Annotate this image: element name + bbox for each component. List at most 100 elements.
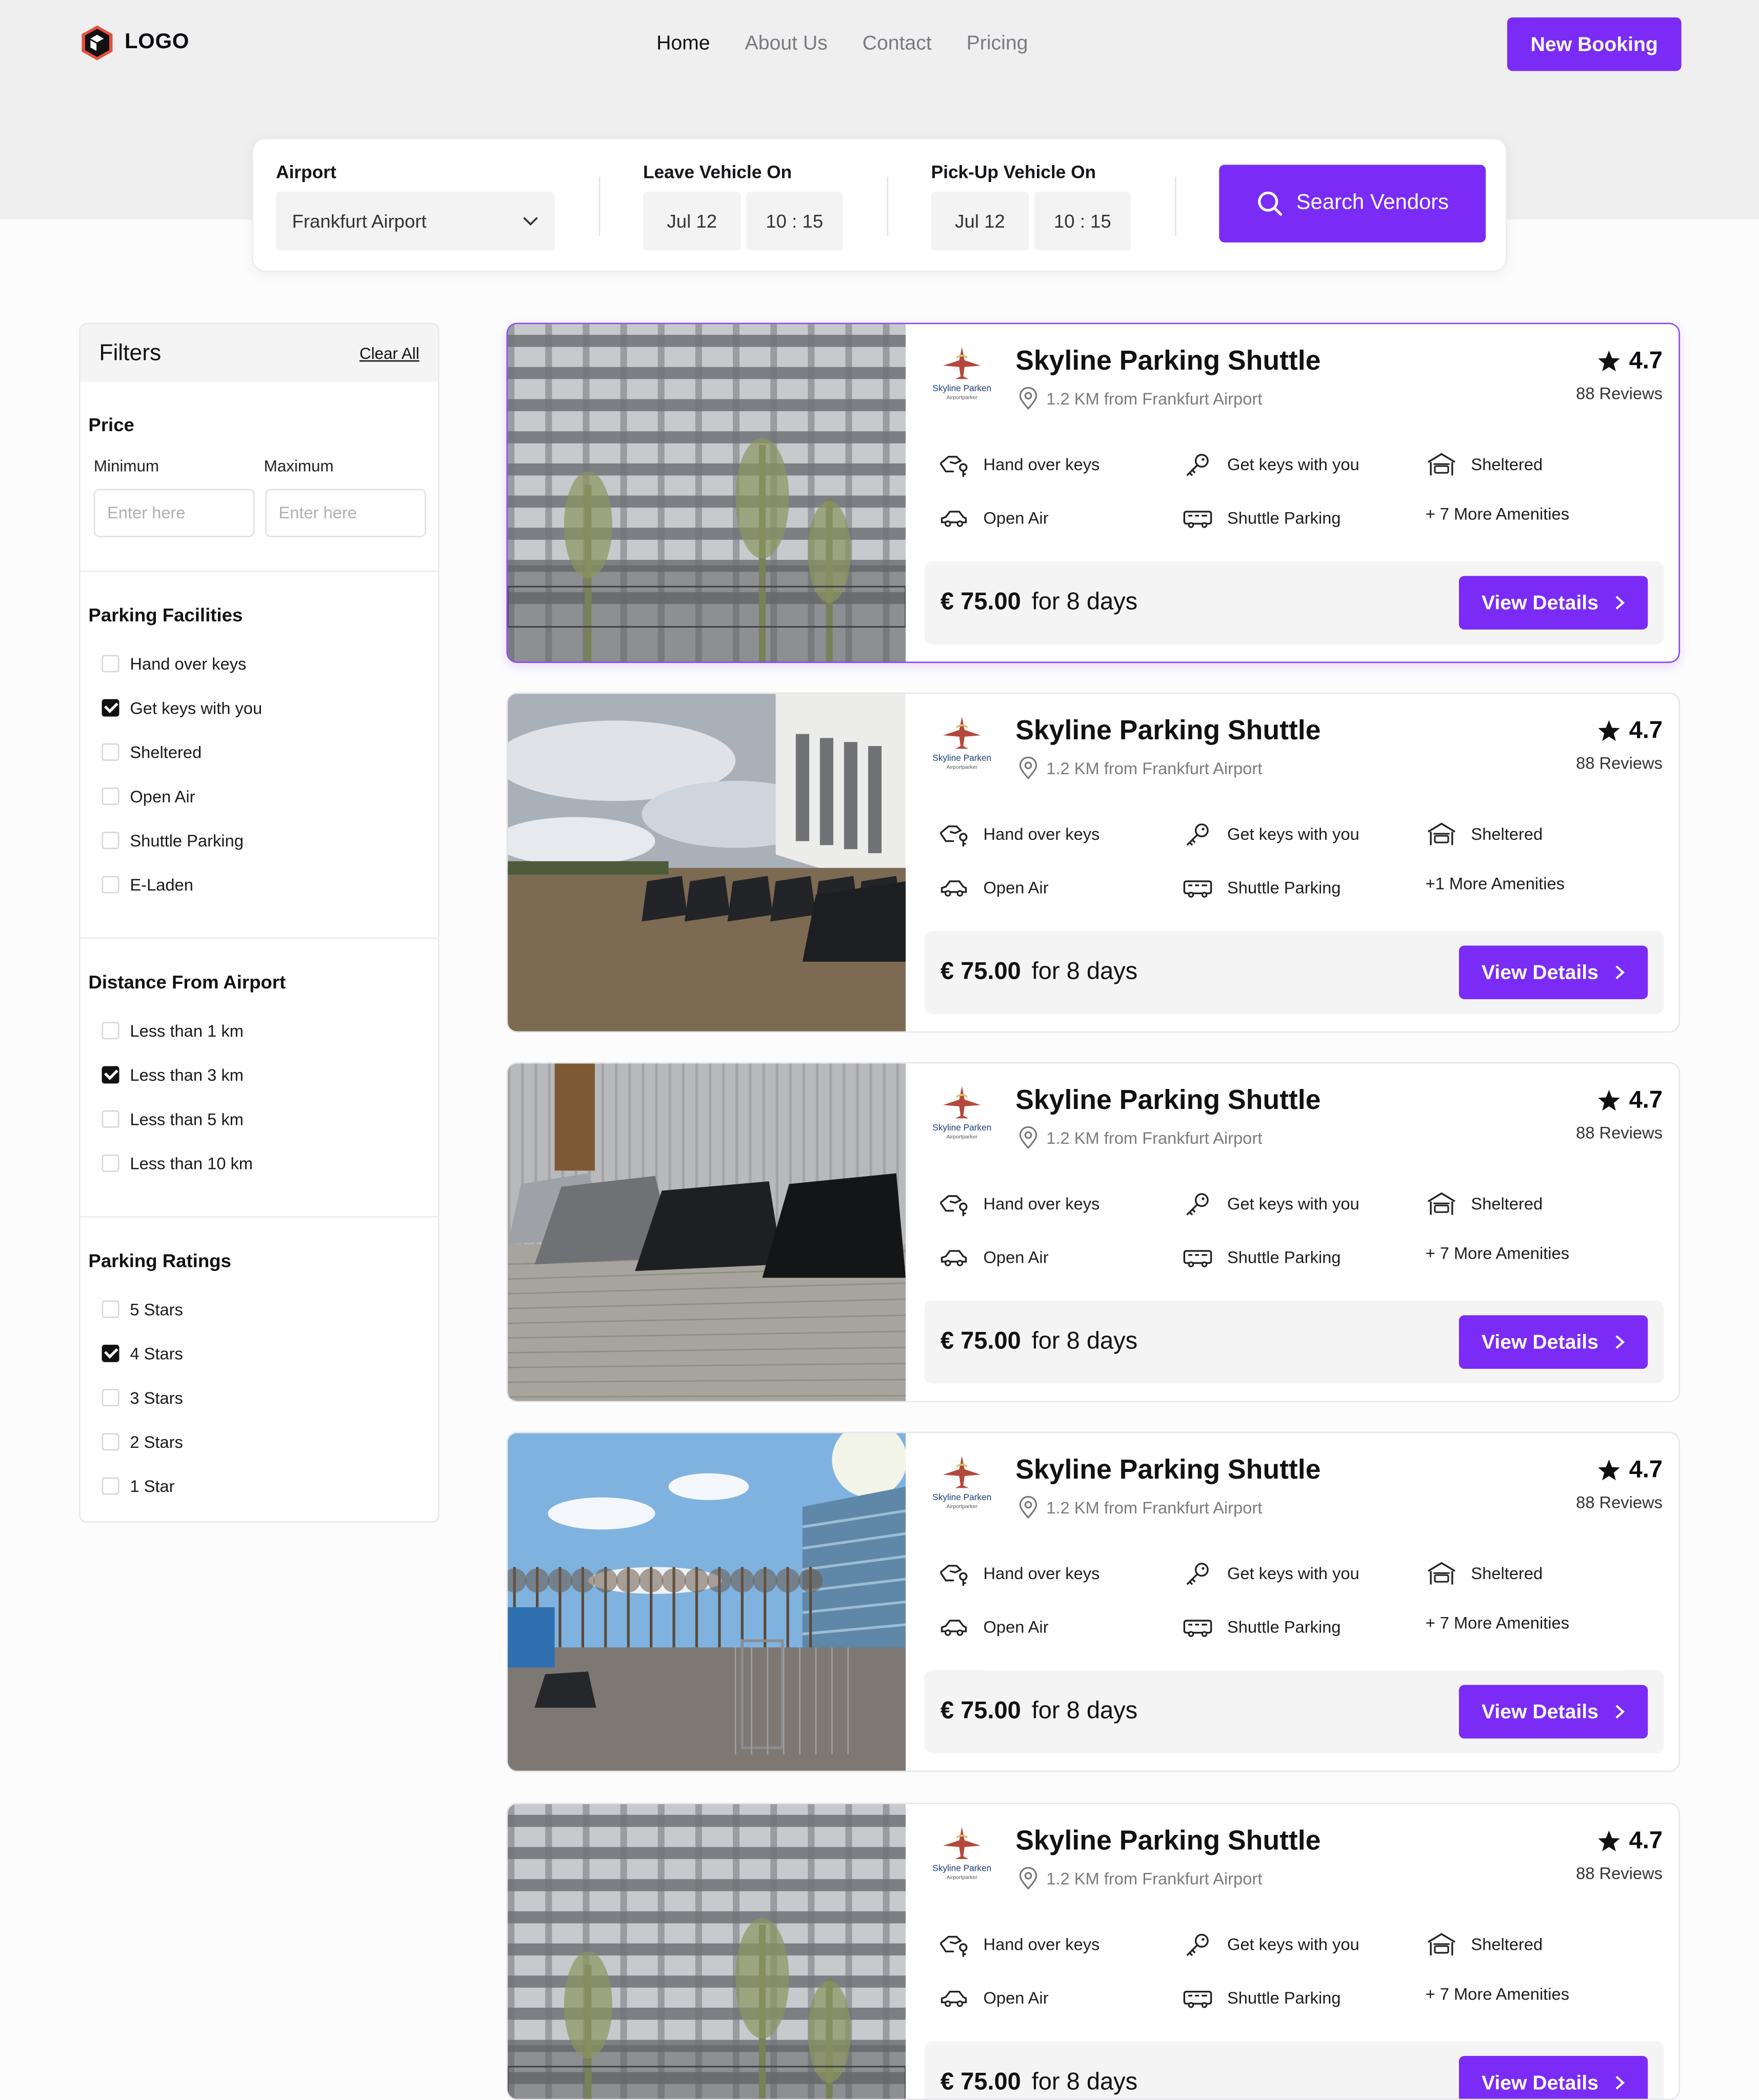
pickup-date-field[interactable]: Jul 12 bbox=[931, 191, 1029, 251]
more-amenities-link[interactable]: +1 More Amenities bbox=[1426, 875, 1565, 894]
amenity-item: Open Air bbox=[938, 1614, 1049, 1641]
listing-location: 1.2 KM from Frankfurt Airport bbox=[1018, 1867, 1262, 1890]
rating-option[interactable]: 1 Star bbox=[102, 1464, 183, 1508]
search-vendors-button[interactable]: Search Vendors bbox=[1219, 165, 1486, 243]
checkbox[interactable] bbox=[102, 1110, 119, 1128]
facility-option[interactable]: Hand over keys bbox=[102, 641, 263, 685]
distance-option[interactable]: Less than 3 km bbox=[102, 1053, 253, 1097]
amenity-label: Sheltered bbox=[1471, 1935, 1543, 1954]
parking-listing-card[interactable]: Skyline Parken Airportparker Skyline Par… bbox=[506, 1803, 1680, 2100]
amenity-item: Shuttle Parking bbox=[1182, 1244, 1341, 1271]
nav-contact[interactable]: Contact bbox=[863, 32, 932, 55]
checkbox[interactable] bbox=[102, 832, 119, 850]
parking-listing-card[interactable]: Skyline Parken Airportparker Skyline Par… bbox=[506, 1431, 1680, 1772]
sheltered-garage-icon bbox=[1427, 822, 1455, 845]
checkbox[interactable] bbox=[102, 743, 119, 761]
rating-option[interactable]: 4 Stars bbox=[102, 1331, 183, 1376]
view-details-button[interactable]: View Details bbox=[1458, 1685, 1648, 1739]
checkbox[interactable] bbox=[102, 1300, 119, 1318]
view-details-label: View Details bbox=[1481, 1700, 1598, 1723]
more-amenities-link[interactable]: + 7 More Amenities bbox=[1426, 1614, 1569, 1633]
hand-over-keys-icon bbox=[940, 456, 968, 477]
leave-vehicle-label: Leave Vehicle On bbox=[643, 162, 792, 183]
amenity-label: Shuttle Parking bbox=[1227, 509, 1341, 528]
amenity-label: Get keys with you bbox=[1227, 1935, 1360, 1954]
more-amenities-label: + 7 More Amenities bbox=[1425, 504, 1570, 524]
checkbox[interactable] bbox=[102, 876, 119, 894]
filters-panel: Filters Clear All Price Minimum Maximum … bbox=[79, 322, 439, 1523]
checkbox-checked[interactable] bbox=[102, 699, 119, 717]
amenity-item: Sheltered bbox=[1426, 1560, 1543, 1587]
checkbox[interactable] bbox=[102, 1154, 119, 1172]
facility-option[interactable]: Shuttle Parking bbox=[102, 818, 263, 862]
nav-home[interactable]: Home bbox=[656, 32, 710, 55]
logo[interactable]: LOGO bbox=[81, 24, 189, 62]
nav-pricing[interactable]: Pricing bbox=[967, 32, 1028, 55]
facility-option[interactable]: Open Air bbox=[102, 774, 263, 818]
price-value: € 75.00 bbox=[940, 588, 1021, 615]
facility-option[interactable]: Sheltered bbox=[102, 730, 263, 774]
view-details-button[interactable]: View Details bbox=[1458, 576, 1648, 630]
chevron-right-icon bbox=[1615, 596, 1625, 610]
vendor-logo-text: Skyline Parken bbox=[932, 1492, 991, 1502]
listing-rating: 4.7 bbox=[1597, 1086, 1663, 1115]
facility-option[interactable]: E-Laden bbox=[102, 862, 263, 906]
parking-listing-card[interactable]: Skyline Parken Airportparker Skyline Par… bbox=[506, 322, 1680, 663]
view-details-button[interactable]: View Details bbox=[1458, 1315, 1648, 1369]
amenity-item: Sheltered bbox=[1426, 1931, 1543, 1958]
view-details-label: View Details bbox=[1481, 591, 1598, 614]
checkbox[interactable] bbox=[102, 1022, 119, 1040]
distance-option[interactable]: Less than 10 km bbox=[102, 1141, 253, 1185]
rating-option[interactable]: 2 Stars bbox=[102, 1420, 183, 1464]
rating-option[interactable]: 3 Stars bbox=[102, 1376, 183, 1420]
star-icon bbox=[1598, 350, 1620, 372]
new-booking-button[interactable]: New Booking bbox=[1507, 17, 1682, 71]
checkbox[interactable] bbox=[102, 1433, 119, 1451]
parking-photo bbox=[508, 694, 906, 1032]
rating-option[interactable]: 5 Stars bbox=[102, 1287, 183, 1331]
checkbox[interactable] bbox=[102, 655, 119, 673]
rating-option-label: 3 Stars bbox=[130, 1388, 183, 1407]
price-box: € 75.00 for 8 days View Details bbox=[924, 1300, 1664, 1384]
rating-value: 4.7 bbox=[1629, 716, 1663, 743]
main-nav: Home About Us Contact Pricing bbox=[656, 32, 1028, 55]
key-icon bbox=[1186, 1193, 1209, 1216]
distance-option[interactable]: Less than 5 km bbox=[102, 1097, 253, 1141]
checkbox[interactable] bbox=[102, 1477, 119, 1495]
price-max-input[interactable]: Enter here bbox=[265, 489, 426, 537]
rating-value: 4.7 bbox=[1629, 347, 1663, 374]
price-box: € 75.00 for 8 days View Details bbox=[924, 931, 1664, 1014]
checkbox[interactable] bbox=[102, 1389, 119, 1407]
view-details-button[interactable]: View Details bbox=[1458, 945, 1648, 999]
open-air-car-icon bbox=[941, 1250, 967, 1266]
more-amenities-label: +1 More Amenities bbox=[1425, 874, 1565, 894]
more-amenities-link[interactable]: + 7 More Amenities bbox=[1426, 1985, 1569, 2004]
section-divider bbox=[80, 937, 438, 939]
price-min-input[interactable]: Enter here bbox=[93, 489, 255, 537]
price-value: € 75.00 bbox=[940, 1697, 1021, 1724]
listing-price: € 75.00 for 8 days bbox=[941, 1697, 1137, 1725]
leave-time-field[interactable]: 10 : 15 bbox=[746, 191, 843, 251]
pickup-time-field[interactable]: 10 : 15 bbox=[1034, 191, 1131, 251]
checkbox[interactable] bbox=[102, 788, 119, 805]
clear-all-link[interactable]: Clear All bbox=[359, 344, 419, 362]
amenity-item: Open Air bbox=[938, 1985, 1049, 2012]
checkbox-checked[interactable] bbox=[102, 1066, 119, 1084]
price-duration: for 8 days bbox=[1031, 1697, 1138, 1724]
facilities-section-title: Parking Facilities bbox=[88, 604, 243, 625]
rating-value: 4.7 bbox=[1629, 1456, 1663, 1483]
nav-about-us[interactable]: About Us bbox=[745, 32, 828, 55]
more-amenities-link[interactable]: + 7 More Amenities bbox=[1426, 505, 1569, 524]
facility-option[interactable]: Get keys with you bbox=[102, 686, 262, 730]
airport-select[interactable]: Frankfurt Airport bbox=[276, 191, 555, 251]
leave-date-field[interactable]: Jul 12 bbox=[643, 191, 741, 251]
checkbox-checked[interactable] bbox=[102, 1344, 119, 1362]
listing-distance: 1.2 KM from Frankfurt Airport bbox=[1046, 758, 1263, 778]
review-count: 88 Reviews bbox=[1576, 1123, 1663, 1143]
facility-option-label: Shuttle Parking bbox=[130, 831, 244, 850]
distance-option[interactable]: Less than 1 km bbox=[102, 1008, 253, 1053]
more-amenities-link[interactable]: + 7 More Amenities bbox=[1426, 1244, 1569, 1263]
parking-listing-card[interactable]: Skyline Parken Airportparker Skyline Par… bbox=[506, 692, 1680, 1033]
view-details-button[interactable]: View Details bbox=[1458, 2056, 1648, 2099]
parking-listing-card[interactable]: Skyline Parken Airportparker Skyline Par… bbox=[506, 1062, 1680, 1403]
